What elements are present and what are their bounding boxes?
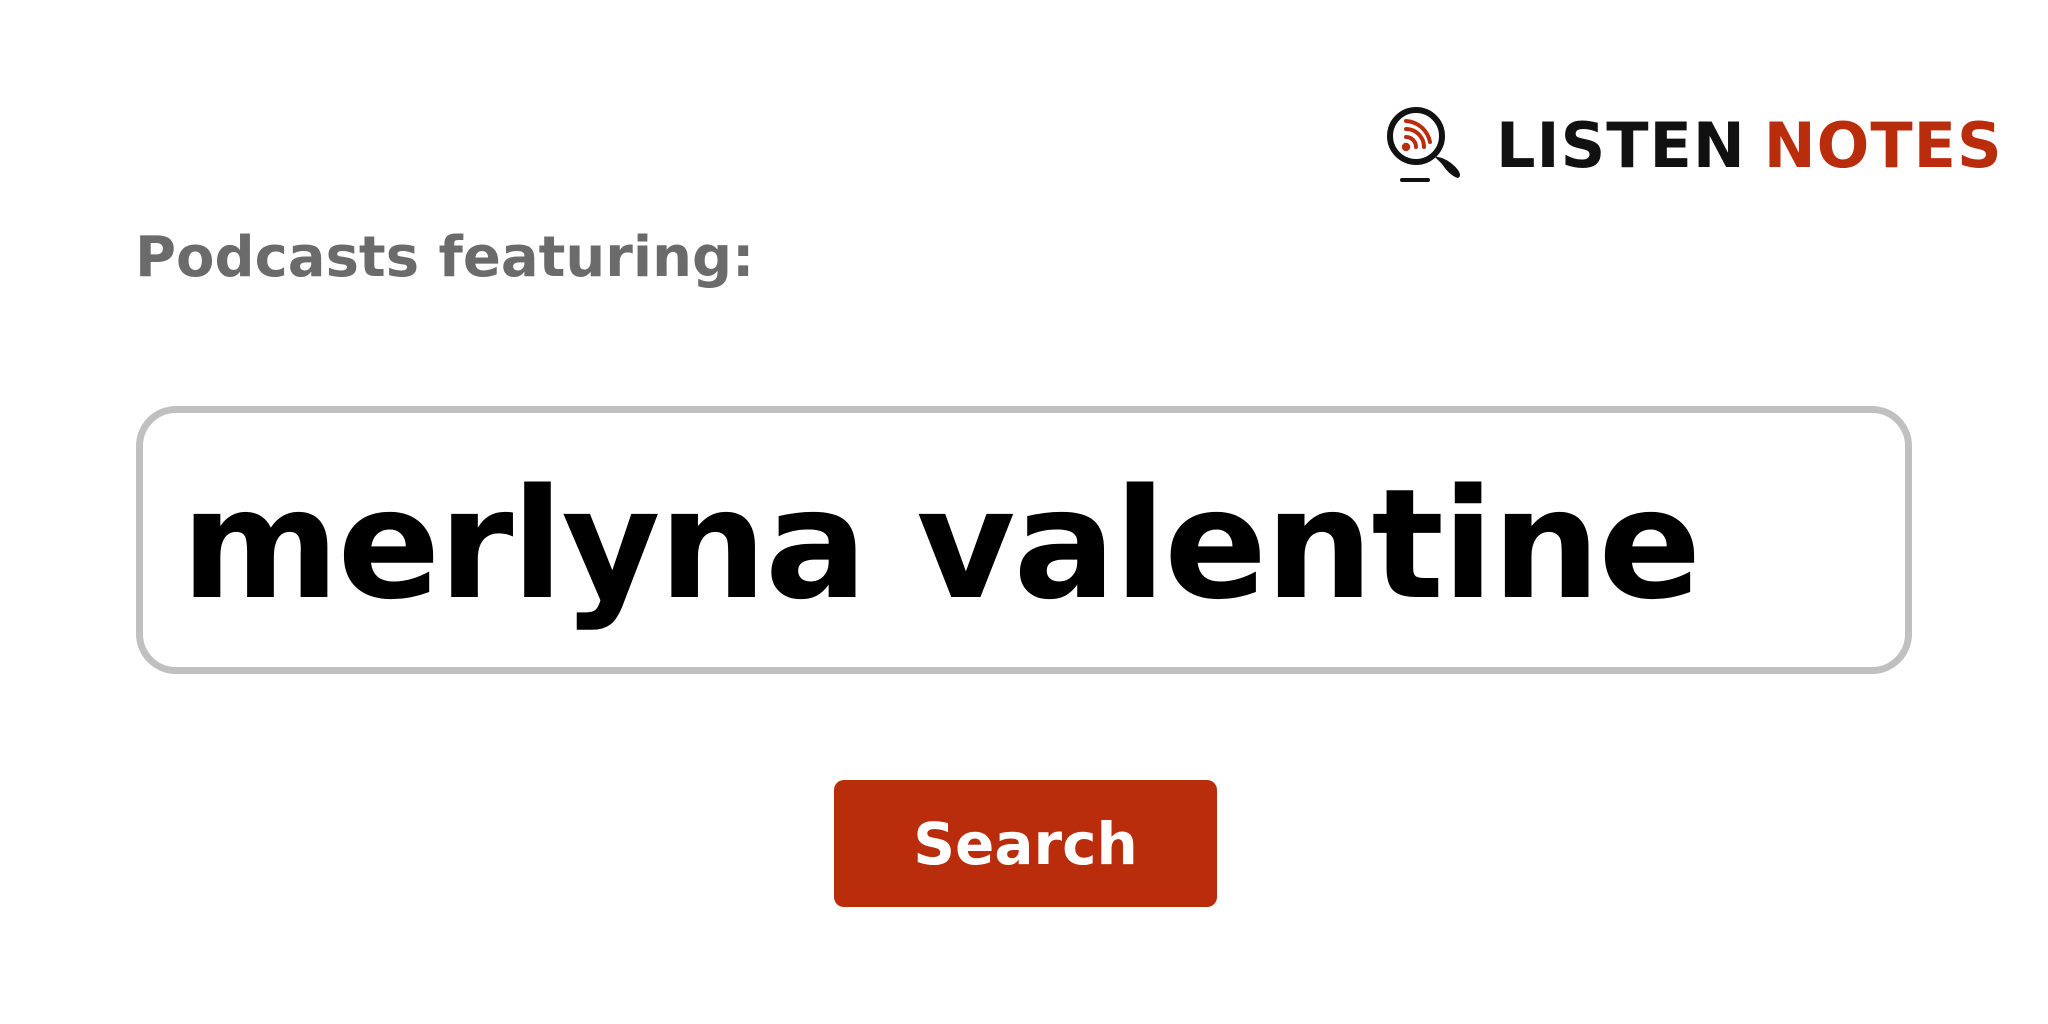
search-box[interactable] [136, 406, 1912, 674]
logo-wordmark: LISTEN NOTES [1496, 115, 2003, 177]
search-input[interactable] [181, 455, 1867, 633]
logo-word-listen: LISTEN [1496, 109, 1746, 182]
search-button[interactable]: Search [834, 780, 1217, 907]
logo-word-notes: NOTES [1763, 109, 2003, 182]
listen-notes-logo[interactable]: LISTEN NOTES [1384, 106, 2003, 186]
page-heading: Podcasts featuring: [135, 225, 755, 290]
podcast-search-icon [1387, 107, 1460, 182]
